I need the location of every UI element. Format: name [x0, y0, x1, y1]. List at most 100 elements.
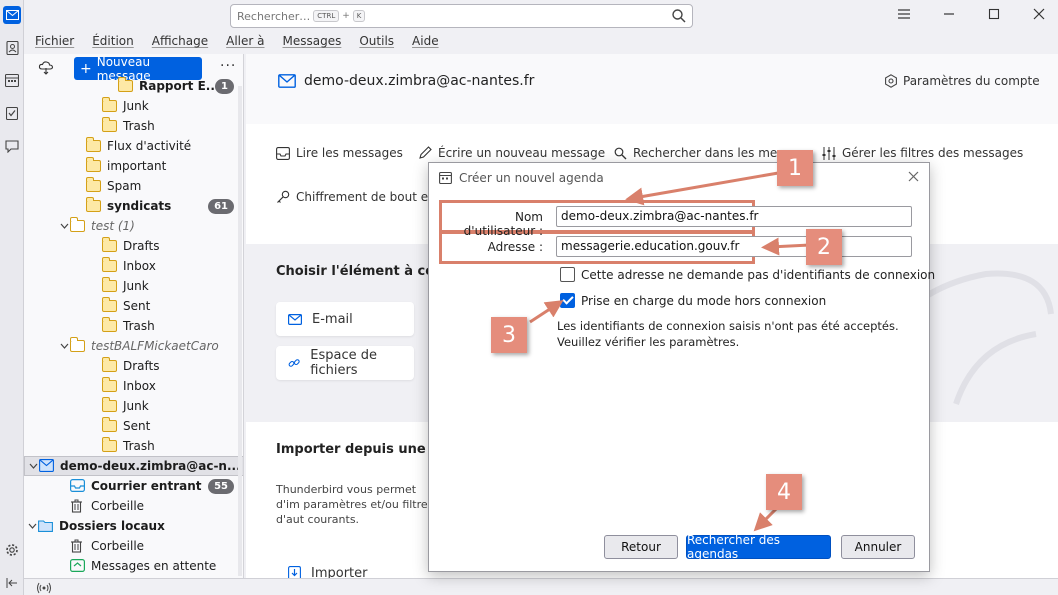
folder-row[interactable]: Sent: [24, 296, 243, 316]
folder-label: Inbox: [123, 379, 156, 393]
offline-support-checkbox[interactable]: [560, 293, 575, 308]
get-messages-icon[interactable]: [38, 60, 54, 76]
online-status-icon[interactable]: [36, 582, 52, 594]
address-input[interactable]: messagerie.education.gouv.fr: [556, 236, 912, 257]
folder-row[interactable]: Junk: [24, 96, 243, 116]
folder-label: Drafts: [123, 359, 160, 373]
callout-3: 3: [491, 317, 527, 353]
username-input[interactable]: demo-deux.zimbra@ac-nantes.fr: [556, 206, 912, 227]
search-input[interactable]: Rechercher… CTRL + K: [230, 4, 693, 28]
import-section-text: Thunderbird vous permet d'im paramètres …: [276, 483, 434, 526]
folder-icon: [102, 117, 117, 132]
folder-row[interactable]: test (1): [24, 216, 243, 236]
account-settings-link[interactable]: Paramètres du compte: [884, 74, 1040, 88]
menu-file[interactable]: Fichier: [26, 34, 83, 52]
maximize-icon[interactable]: [983, 6, 1005, 26]
folder-row[interactable]: Corbeille: [24, 496, 243, 516]
minimize-icon[interactable]: [938, 6, 960, 26]
folder-row[interactable]: Inbox: [24, 256, 243, 276]
folder-row[interactable]: Drafts: [24, 236, 243, 256]
folder-row[interactable]: Trash: [24, 116, 243, 136]
folder-row[interactable]: Junk: [24, 396, 243, 416]
menu-help[interactable]: Aide: [403, 34, 448, 52]
folder-scrollbar[interactable]: [238, 86, 242, 576]
folder-row[interactable]: Sent: [24, 416, 243, 436]
menu-view[interactable]: Affichage: [143, 34, 217, 52]
folder-label: Junk: [123, 99, 149, 113]
calendar-icon[interactable]: [3, 71, 21, 89]
cancel-button[interactable]: Annuler: [841, 535, 915, 559]
folder-row[interactable]: Dossiers locaux: [24, 516, 243, 536]
folder-row[interactable]: Junk: [24, 276, 243, 296]
tasks-icon[interactable]: [3, 104, 21, 122]
write-message-link[interactable]: Écrire un nouveau message: [418, 146, 605, 160]
setup-filelink-label: Espace de fichiers: [310, 348, 378, 378]
folder-row[interactable]: important: [24, 156, 243, 176]
setup-section-title: Choisir l'élément à confi: [276, 264, 454, 279]
offline-support-label[interactable]: Prise en charge du mode hors connexion: [581, 294, 826, 308]
envelope-icon: [288, 313, 302, 325]
folder-row[interactable]: Inbox: [24, 376, 243, 396]
end-to-end-encryption-link[interactable]: Chiffrement de bout en b: [276, 190, 447, 204]
folder-icon: [118, 77, 133, 92]
search-icon[interactable]: [671, 8, 687, 24]
app-menu-icon[interactable]: [893, 6, 915, 26]
folder-row[interactable]: testBALFMickaetCaro: [24, 336, 243, 356]
spaces-toolbar: [0, 0, 24, 595]
collapse-spaces-icon[interactable]: [3, 574, 21, 592]
folder-label: Sent: [123, 419, 151, 433]
folder-icon: [102, 297, 117, 312]
address-book-icon[interactable]: [3, 39, 21, 57]
no-credentials-label[interactable]: Cette adresse ne demande pas d'identifia…: [581, 268, 935, 282]
folder-row[interactable]: Rapport E... 1: [24, 76, 243, 96]
chat-icon[interactable]: [3, 137, 21, 155]
menu-messages[interactable]: Messages: [274, 34, 351, 52]
mail-space-icon[interactable]: [3, 6, 21, 24]
folder-label: Drafts: [123, 239, 160, 253]
folder-row[interactable]: Flux d'activité: [24, 136, 243, 156]
read-messages-label: Lire les messages: [296, 146, 403, 160]
settings-icon: [885, 74, 897, 88]
address-label: Adresse :: [487, 240, 543, 254]
folder-pane-menu-icon[interactable]: ···: [220, 58, 236, 74]
folder-row[interactable]: Messages en attente: [24, 556, 243, 576]
folder-row[interactable]: Drafts: [24, 356, 243, 376]
menu-edit[interactable]: Édition: [83, 34, 143, 52]
setup-email-card[interactable]: E-mail: [276, 302, 414, 336]
chevron-down-icon[interactable]: [28, 521, 38, 532]
chevron-down-icon[interactable]: [60, 221, 70, 232]
manage-filters-link[interactable]: Gérer les filtres des messages: [822, 146, 1023, 160]
folder-row[interactable]: Corbeille: [24, 536, 243, 556]
localfolder-icon: [38, 519, 53, 533]
shortcut-key-k: K: [352, 10, 366, 22]
manage-filters-label: Gérer les filtres des messages: [842, 146, 1024, 160]
folder-label: Courrier entrant: [91, 479, 202, 493]
find-calendars-button[interactable]: Rechercher des agendas: [686, 533, 831, 561]
folder-label: demo-deux.zimbra@ac-n...: [60, 459, 241, 473]
setup-email-label: E-mail: [312, 311, 353, 327]
account-icon: [39, 459, 54, 473]
folder-row[interactable]: Spam: [24, 176, 243, 196]
inbox-icon: [276, 146, 290, 160]
account-settings-label: Paramètres du compte: [903, 74, 1040, 88]
close-window-icon[interactable]: [1028, 6, 1050, 26]
setup-filelink-card[interactable]: Espace de fichiers: [276, 346, 414, 380]
folder-row[interactable]: syndicats 61: [24, 196, 243, 216]
dialog-close-icon[interactable]: [908, 168, 919, 186]
folder-row[interactable]: Trash: [24, 436, 243, 456]
folder-label: Sent: [123, 299, 151, 313]
chevron-down-icon[interactable]: [29, 461, 39, 472]
menu-tools[interactable]: Outils: [350, 34, 403, 52]
no-credentials-checkbox[interactable]: [560, 267, 575, 282]
menu-go[interactable]: Aller à: [217, 34, 273, 52]
read-messages-link[interactable]: Lire les messages: [276, 146, 403, 160]
folder-icon: [102, 377, 117, 392]
folder-row[interactable]: Courrier entrant 55: [24, 476, 243, 496]
folder-row[interactable]: demo-deux.zimbra@ac-n...: [24, 456, 243, 476]
settings-gear-icon[interactable]: [3, 541, 21, 559]
chevron-down-icon[interactable]: [60, 341, 70, 352]
search-placeholder: Rechercher…: [237, 9, 311, 23]
back-button[interactable]: Retour: [604, 535, 678, 559]
callout-4: 4: [766, 474, 802, 510]
folder-row[interactable]: Trash: [24, 316, 243, 336]
